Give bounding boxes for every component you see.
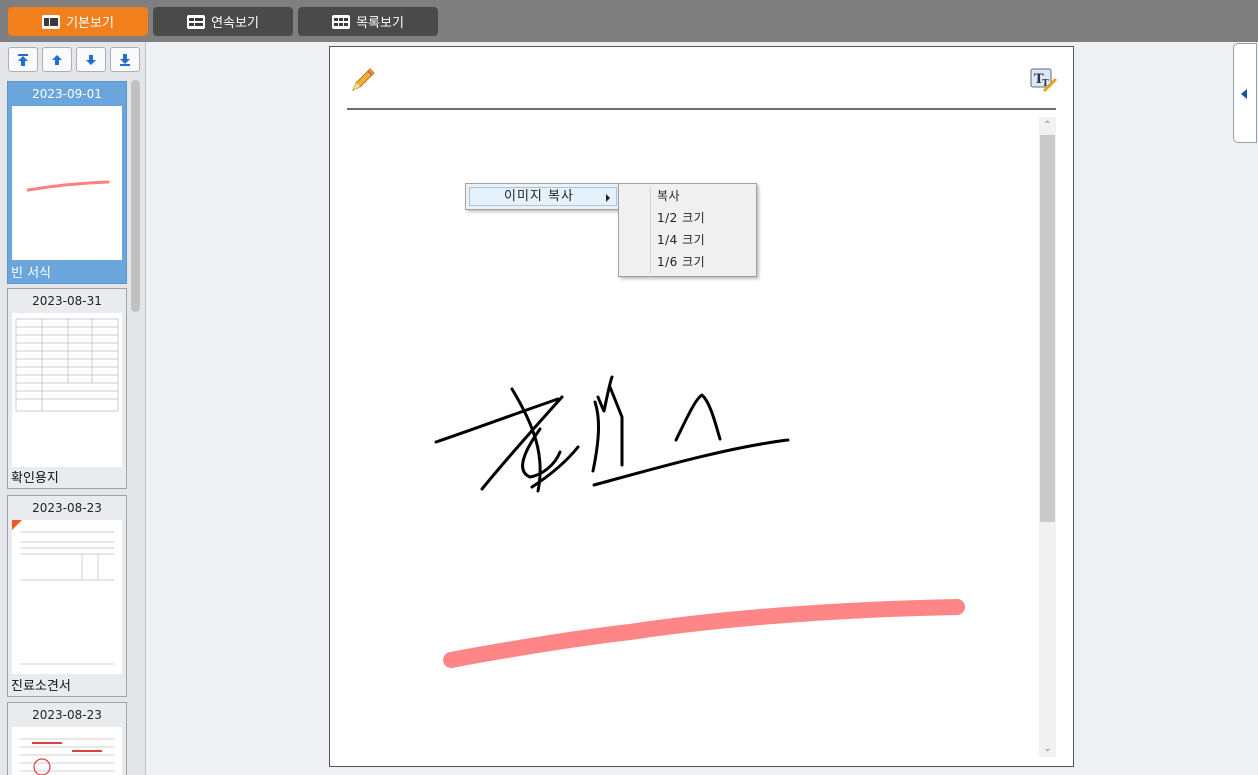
submenu-item-quarter-size[interactable]: 1/4 크기 [622, 230, 753, 251]
tab-continuous-view-label: 연속보기 [211, 16, 259, 31]
document-page[interactable]: T T ⌃ ⌄ [329, 46, 1074, 767]
chevron-left-icon [1241, 89, 1247, 99]
thumbnail-label: 진료소견서 [11, 679, 71, 694]
view-mode-toolbar: 기본보기 연속보기 목록보기 [0, 0, 1258, 42]
move-down-icon [86, 54, 96, 65]
continuous-view-icon [187, 14, 206, 29]
move-top-icon [18, 53, 28, 66]
copy-image-submenu: 복사 1/2 크기 1/4 크기 1/6 크기 [618, 183, 757, 277]
thumbnail-preview [12, 313, 122, 467]
tab-list-view-label: 목록보기 [356, 16, 404, 31]
menu-item-copy-image-label: 이미지 복사 [504, 189, 574, 204]
thumbnail-item[interactable]: 2023-08-23 [7, 702, 127, 775]
right-panel-toggle[interactable] [1233, 43, 1257, 143]
thumbnail-preview [12, 727, 122, 775]
page-scrollbar-thumb[interactable] [1040, 135, 1055, 522]
move-bottom-button[interactable] [110, 47, 140, 72]
move-down-button[interactable] [76, 47, 106, 72]
page-scrollbar[interactable]: ⌃ ⌄ [1039, 117, 1056, 757]
thumbnail-date: 2023-08-23 [32, 501, 102, 515]
submenu-arrow-icon [606, 194, 610, 202]
tab-list-view[interactable]: 목록보기 [298, 7, 438, 36]
thumbnail-label: 확인용지 [11, 471, 59, 486]
basic-view-icon [42, 14, 61, 29]
move-up-icon [52, 54, 62, 65]
thumbnail-date: 2023-09-01 [32, 87, 102, 101]
move-up-button[interactable] [42, 47, 72, 72]
thumbnail-item[interactable]: 2023-08-23 진료소견서 [7, 495, 127, 697]
thumbnail-scrollbar[interactable] [131, 80, 140, 312]
thumbnail-panel: 2023-09-01 빈 서식 2023-08-31 확인용지 2023-08-… [0, 42, 146, 775]
thumbnail-label: 빈 서식 [11, 266, 52, 281]
tab-basic-view-label: 기본보기 [66, 16, 114, 31]
context-menu: 이미지 복사 [465, 183, 620, 210]
list-view-icon [332, 14, 351, 29]
scroll-down-icon[interactable]: ⌄ [1039, 740, 1056, 757]
scroll-up-icon[interactable]: ⌃ [1039, 117, 1056, 134]
submenu-item-sixth-size[interactable]: 1/6 크기 [622, 252, 753, 273]
move-bottom-icon [120, 53, 130, 66]
tab-basic-view[interactable]: 기본보기 [8, 7, 148, 36]
menu-item-copy-image[interactable]: 이미지 복사 [469, 187, 617, 206]
thumbnail-item[interactable]: 2023-09-01 빈 서식 [7, 81, 127, 284]
move-top-button[interactable] [8, 47, 38, 72]
tab-continuous-view[interactable]: 연속보기 [153, 7, 293, 36]
thumbnail-preview [12, 106, 122, 260]
thumbnail-item[interactable]: 2023-08-31 확인용지 [7, 288, 127, 489]
thumbnail-preview [12, 520, 122, 674]
submenu-item-half-size[interactable]: 1/2 크기 [622, 208, 753, 229]
thumbnail-date: 2023-08-23 [32, 708, 102, 722]
signature-drawing [434, 375, 965, 668]
submenu-item-copy[interactable]: 복사 [622, 186, 753, 207]
thumbnail-date: 2023-08-31 [32, 294, 102, 308]
